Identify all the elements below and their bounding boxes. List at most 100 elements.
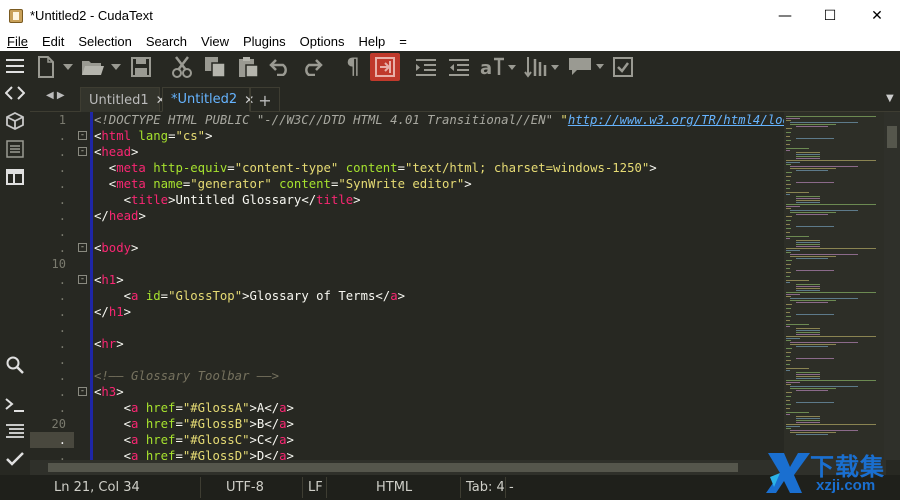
code-line[interactable]: </head> [94,208,146,224]
code-line[interactable]: <hr> [94,336,124,352]
menu-edit[interactable]: Edit [39,34,67,49]
menu-selection[interactable]: Selection [75,34,134,49]
code-token: "cs" [175,129,206,143]
code-line[interactable]: <meta http-equiv="content-type" content=… [94,160,657,176]
line-ending-indicator[interactable]: LF [308,480,323,495]
code-line[interactable]: </h1> [94,304,131,320]
check-icon[interactable] [612,55,634,79]
code-token: > [286,449,294,460]
dropdown-arrow-icon[interactable] [110,55,122,79]
code-line[interactable]: <title>Untitled Glossary</title> [94,192,361,208]
fold-toggle-icon[interactable]: - [78,387,87,396]
new-file-icon[interactable] [35,55,57,79]
menu-file[interactable]: File [4,34,31,49]
code-line[interactable]: <!—— Glossary Toolbar ——> [94,368,279,384]
code-token: = [397,161,405,175]
code-token: > [116,385,124,399]
minimize-button[interactable]: — [762,0,808,31]
close-window-button[interactable]: ✕ [854,0,900,31]
code-token: lang [131,129,169,143]
fold-toggle-icon[interactable]: - [78,131,87,140]
vertical-scrollbar[interactable] [884,112,900,460]
code-line[interactable]: <!DOCTYPE HTML PUBLIC "-//W3C//DTD HTML … [94,112,784,128]
menu-icon[interactable] [4,55,26,77]
horizontal-scrollbar[interactable] [30,460,886,475]
code-editor[interactable]: 1........ 10......... 20.. ----- <!DOCTYPE… [30,112,900,460]
code-tree-icon[interactable] [4,82,26,104]
code-line[interactable]: <a id="GlossTop">Glossary of Terms</a> [94,288,405,304]
minimap-line [786,304,792,305]
minimap-line [786,396,791,397]
menu-view[interactable]: View [198,34,232,49]
menu-help[interactable]: Help [355,34,388,49]
fold-toggle-icon[interactable]: - [78,243,87,252]
tabs-list-icon[interactable] [4,138,26,160]
output-icon[interactable] [4,420,26,442]
lexer-indicator[interactable]: HTML [376,480,412,495]
minimap-line [796,286,820,287]
minimap-line [786,308,791,309]
menu-extra[interactable]: = [396,34,410,49]
code-line[interactable]: <meta name="generator" content="SynWrite… [94,176,472,192]
code-line[interactable]: <body> [94,240,138,256]
minimap[interactable] [784,112,884,460]
pilcrow-icon[interactable]: ¶ [342,55,364,80]
line-number: . [58,145,66,159]
encoding-indicator[interactable]: UTF-8 [226,480,264,495]
minimap-line [790,212,836,213]
fold-toggle-icon[interactable]: - [78,275,87,284]
code-token: > [131,241,139,255]
code-line[interactable]: <a href="#GlossC">C</a> [94,432,294,448]
minimap-line [790,388,836,389]
copy-icon[interactable] [203,55,227,79]
minimap-line [786,238,790,239]
minimap-line [796,284,820,285]
tab-untitled2[interactable]: *Untitled2 ✕ [162,87,254,112]
code-line[interactable]: <a href="#GlossA">A</a> [94,400,294,416]
indent-icon[interactable] [414,55,438,79]
menu-options[interactable]: Options [297,34,348,49]
tab-scroll-arrows-icon[interactable]: ◀ ▶ [46,90,65,101]
code-line[interactable]: <a href="#GlossD">D</a> [94,448,294,460]
console-icon[interactable] [4,394,26,416]
minimap-line [786,424,876,425]
code-line[interactable]: <html lang="cs"> [94,128,213,144]
panel-icon[interactable] [4,166,26,188]
undo-icon[interactable] [268,55,292,79]
menu-plugins[interactable]: Plugins [240,34,289,49]
dropdown-arrow-icon[interactable] [62,55,74,79]
redo-icon[interactable] [300,55,324,79]
unindent-icon[interactable] [447,55,471,79]
code-token: > [131,145,139,159]
new-tab-button[interactable]: + [250,87,280,112]
code-token: " [560,113,568,127]
maximize-button[interactable]: ☐ [807,0,853,31]
scroll-thumb[interactable] [887,126,897,148]
tab-menu-chevron-icon[interactable]: ▼ [886,93,894,104]
tab-size-indicator[interactable]: Tab: 4 [466,480,505,495]
comment-icon[interactable] [568,55,606,79]
tab-untitled1[interactable]: Untitled1 ✕ [80,87,166,112]
scroll-thumb[interactable] [48,463,738,472]
menu-search[interactable]: Search [143,34,190,49]
search-icon[interactable] [4,354,26,376]
minimap-line [796,152,820,153]
fold-toggle-icon[interactable]: - [78,147,87,156]
code-line[interactable]: <head> [94,144,138,160]
wrap-icon[interactable] [370,53,400,81]
validate-icon[interactable] [4,448,26,470]
code-text-area[interactable]: <!DOCTYPE HTML PUBLIC "-//W3C//DTD HTML … [94,112,784,460]
sort-icon[interactable] [524,55,560,79]
code-line[interactable]: <a href="#GlossB">B</a> [94,416,294,432]
paste-icon[interactable] [236,55,260,79]
minimap-line [786,148,809,149]
caret-position[interactable]: Ln 21, Col 34 [54,480,140,495]
code-line[interactable]: <h1> [94,272,124,288]
minimap-line [786,160,876,161]
cut-icon[interactable] [170,55,194,79]
open-folder-icon[interactable] [80,55,106,79]
save-icon[interactable] [130,55,152,79]
code-line[interactable]: <h3> [94,384,124,400]
project-icon[interactable] [4,110,26,132]
case-icon[interactable]: a [480,55,516,79]
